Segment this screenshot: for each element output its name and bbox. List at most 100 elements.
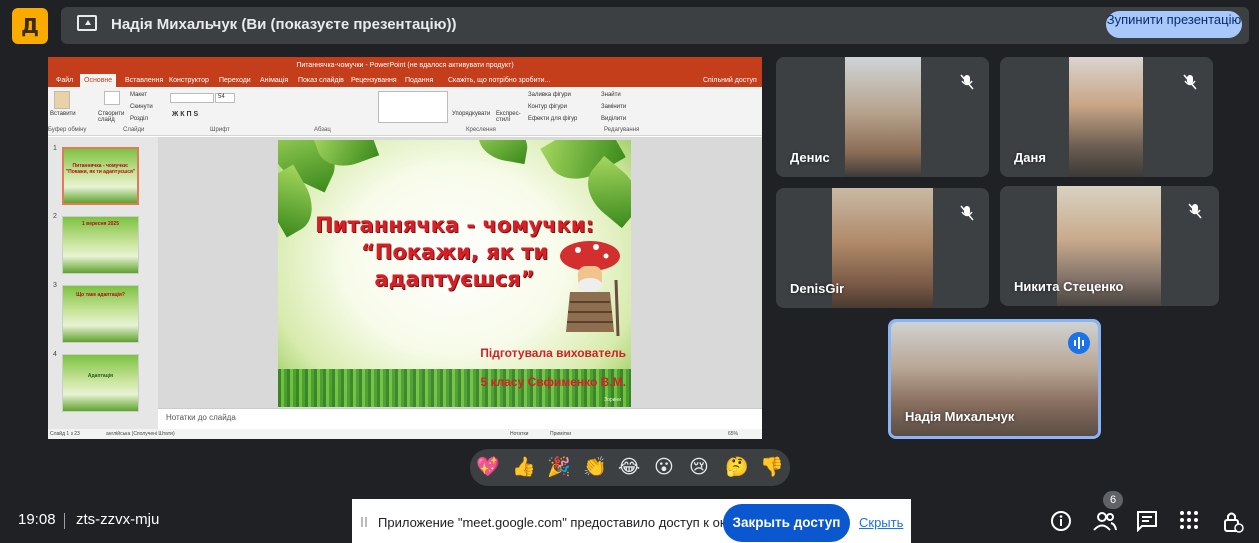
tab-insert[interactable]: Вставлення — [125, 74, 163, 87]
reaction-thumbs-up[interactable]: 👍 — [512, 454, 536, 481]
reaction-clap[interactable]: 👏 — [583, 454, 607, 481]
comments-toggle[interactable]: Примітки — [550, 429, 571, 439]
info-icon[interactable] — [1050, 510, 1072, 537]
participant-video — [1069, 57, 1143, 177]
reaction-thinking[interactable]: 🤔 — [725, 454, 749, 481]
zoom-level[interactable]: 65% — [728, 429, 738, 439]
select-button[interactable]: Виділити — [601, 116, 626, 122]
shapes-gallery[interactable] — [378, 91, 448, 123]
participant-tile[interactable]: Даня — [1000, 57, 1213, 177]
find-button[interactable]: Знайти — [601, 92, 621, 98]
people-count-badge: 6 — [1103, 491, 1123, 509]
section-button[interactable]: Розділ — [130, 116, 148, 122]
reaction-surprised[interactable]: 😮 — [654, 454, 674, 481]
layout-button[interactable]: Макет — [130, 92, 147, 98]
language-indicator[interactable]: англійська (Сполучені Штати) — [106, 429, 175, 439]
audio-speaking-icon — [1068, 332, 1090, 354]
reaction-heart[interactable]: 💖 — [476, 454, 500, 481]
ppt-ribbon: Вставити Створити слайд Макет Скинути Ро… — [48, 87, 762, 136]
tab-review[interactable]: Рецензування — [351, 74, 397, 87]
thumb-title: Що таке адаптація? — [76, 292, 125, 298]
slide-corner-text: Зорини — [604, 397, 621, 403]
tab-home[interactable]: Основне — [80, 74, 117, 87]
participant-name: DenisGir — [790, 281, 845, 296]
slide-author-line: Підготувала вихователь — [480, 346, 626, 360]
group-editing: Редагування — [604, 127, 640, 133]
slide-thumbnail[interactable]: Адаптація — [62, 354, 139, 412]
share-button[interactable]: Спільний доступ — [703, 74, 757, 87]
reaction-laugh[interactable]: 😂 — [618, 454, 640, 481]
paste-button[interactable]: Вставити — [50, 111, 76, 117]
ppt-title-bar: Питаннячка-чомучки - PowerPoint (не вдал… — [48, 57, 762, 74]
mic-off-icon — [954, 69, 980, 95]
gnome-mushroom-image — [560, 241, 620, 337]
slide-counter: Слайд 1 з 23 — [50, 431, 80, 437]
close-access-button[interactable]: Закрыть доступ — [723, 504, 850, 542]
hide-link[interactable]: Скрыть — [859, 515, 903, 530]
shape-outline-button[interactable]: Контур фігури — [528, 104, 567, 110]
new-slide-button[interactable]: Створити слайд — [98, 111, 126, 123]
font-format-buttons[interactable]: Ж К П S — [172, 111, 198, 118]
tab-transitions[interactable]: Переходи — [219, 74, 251, 87]
participant-name: Никита Стеценко — [1014, 279, 1124, 294]
reactions-bar: 💖 👍 🎉 👏 😂 😮 😢 🤔 👎 — [470, 449, 790, 486]
slide-thumbnail[interactable]: Питаннячка - чомучки: "Покажи, як ти ада… — [62, 147, 139, 205]
thumb-number: 2 — [53, 213, 57, 220]
participant-name: Надія Михальчук — [905, 409, 1015, 424]
host-controls-icon[interactable] — [1222, 510, 1244, 539]
font-name-box[interactable] — [170, 93, 214, 103]
reaction-sad[interactable]: 😢 — [689, 454, 709, 481]
mic-off-icon — [1182, 198, 1208, 224]
current-slide: Питаннячка - чомучки: “Покажи, як ти ада… — [278, 140, 631, 407]
tab-design[interactable]: Конструктор — [169, 74, 209, 87]
tab-animations[interactable]: Анімація — [260, 74, 288, 87]
ppt-status-bar: Слайд 1 з 23 англійська (Сполучені Штати… — [48, 429, 762, 439]
slide-title-line: Питаннячка - чомучки: — [315, 213, 594, 237]
present-screen-icon — [77, 15, 97, 31]
thumbnails-scrollbar[interactable] — [151, 139, 157, 427]
presenting-text: Надія Михальчук (Ви (показуєте презентац… — [111, 16, 457, 33]
participant-tile[interactable]: DenisGir — [776, 188, 989, 308]
shape-fill-button[interactable]: Заливка фігури — [528, 92, 571, 98]
slide-author-line: 5 класу Свфименко В.М. — [480, 375, 626, 389]
group-drawing: Креслення — [466, 127, 496, 133]
reset-button[interactable]: Скинути — [130, 104, 153, 110]
notes-toggle[interactable]: Нотатки — [510, 429, 528, 439]
mic-off-icon — [954, 200, 980, 226]
slide-thumbnail[interactable]: Що таке адаптація? — [62, 285, 139, 343]
font-size-box[interactable]: 54 — [215, 93, 235, 103]
group-clipboard: Буфер обміну — [48, 127, 87, 133]
notes-pane[interactable]: Нотатки до слайда — [158, 408, 762, 429]
tab-slideshow[interactable]: Показ слайдів — [298, 74, 344, 87]
thumb-title: Питаннячка - чомучки: "Покажи, як ти ада… — [65, 163, 136, 175]
tell-me-search[interactable]: Скажіть, що потрібно зробити... — [448, 74, 550, 87]
reaction-thumbs-down[interactable]: 👎 — [760, 454, 784, 481]
tab-file[interactable]: Файл — [56, 74, 73, 87]
shape-effects-button[interactable]: Ефекти для фігур — [528, 116, 577, 122]
chat-icon[interactable] — [1136, 510, 1158, 537]
slide-thumbnail[interactable]: 1 вересня 2025 — [62, 216, 139, 274]
new-slide-icon[interactable] — [104, 91, 120, 105]
participant-tile-speaking[interactable]: Надія Михальчук — [888, 319, 1101, 439]
thumb-title: Адаптація — [87, 373, 114, 379]
meeting-code: zts-zzvx-mju — [76, 511, 160, 528]
quick-styles-button[interactable]: Експрес-стилі — [496, 111, 522, 123]
paste-icon[interactable] — [54, 91, 70, 109]
tab-view[interactable]: Подання — [405, 74, 433, 87]
apps-icon[interactable] — [1179, 510, 1199, 535]
group-font: Шрифт — [210, 127, 230, 133]
people-icon[interactable] — [1093, 510, 1117, 537]
reaction-party[interactable]: 🎉 — [547, 454, 571, 481]
participant-tile[interactable]: Денис — [776, 57, 989, 177]
replace-button[interactable]: Замінити — [601, 104, 626, 110]
drag-handle-icon[interactable] — [361, 517, 367, 527]
leaf-decoration — [475, 140, 531, 165]
divider — [64, 513, 65, 529]
thumb-number: 4 — [53, 351, 57, 358]
thumb-number: 3 — [53, 282, 57, 289]
mic-off-icon — [1177, 69, 1203, 95]
arrange-button[interactable]: Упорядкувати — [452, 111, 490, 117]
stop-presenting-button[interactable]: Зупинити презентацію — [1106, 11, 1242, 38]
participant-tile[interactable]: Никита Стеценко — [1000, 186, 1219, 306]
group-slides: Слайди — [123, 127, 145, 133]
